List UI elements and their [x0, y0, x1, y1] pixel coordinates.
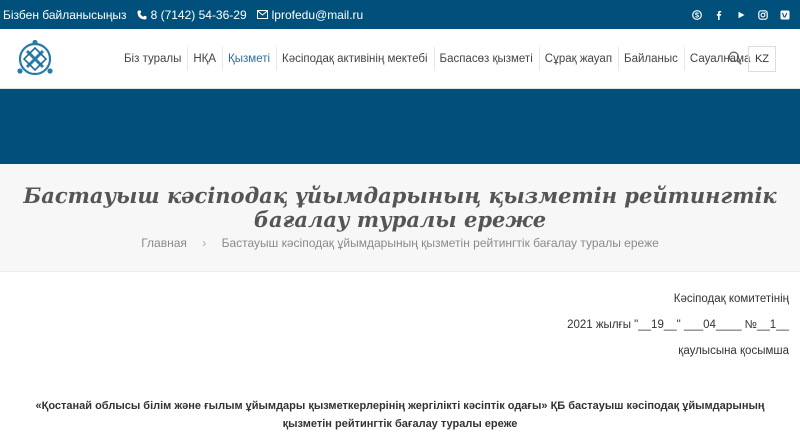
breadcrumb-current: Бастауыш кәсіподақ ұйымдарының қызметін … — [221, 236, 659, 250]
nav-item-regulations[interactable]: НҚА — [187, 29, 222, 89]
phone-number: 8 (7142) 54-36-29 — [150, 7, 247, 22]
breadcrumb-home-link[interactable]: Главная — [141, 236, 187, 250]
nav-item-faq[interactable]: Сұрақ жауап — [538, 29, 618, 89]
contact-label: Бізбен байланысыңыз — [3, 7, 127, 22]
header-banner — [0, 89, 800, 164]
page-title-section: Бастауыш кәсіподақ ұйымдарының қызметін … — [0, 164, 800, 272]
union-logo-icon[interactable] — [14, 38, 56, 80]
breadcrumb: Главная › Бастауыш кәсіподақ ұйымдарының… — [0, 236, 800, 250]
main-nav: Біз туралы НҚА Қызметі Кәсіподақ активін… — [118, 29, 756, 89]
vk-icon[interactable] — [780, 10, 790, 20]
email-address: lprofedu@mail.ru — [271, 7, 364, 22]
nav-item-activist-school[interactable]: Кәсіподақ активінің мектебі — [276, 29, 433, 89]
nav-item-survey[interactable]: Сауалнама — [683, 29, 756, 89]
site-header: Біз туралы НҚА Қызметі Кәсіподақ активін… — [0, 29, 800, 89]
instagram-icon[interactable] — [758, 9, 768, 20]
skype-icon[interactable] — [692, 9, 702, 20]
nav-item-contacts[interactable]: Байланыс — [618, 29, 684, 89]
youtube-icon[interactable] — [736, 10, 746, 20]
doc-annex-line-committee: Кәсіподақ комитетінің — [673, 293, 789, 305]
top-bar: Бізбен байланысыңыз 8 (7142) 54-36-29 lp… — [0, 0, 800, 29]
doc-annex-line-resolution: қаулысына қосымша — [678, 345, 789, 357]
contact-info: Бізбен байланысыңыз 8 (7142) 54-36-29 lp… — [3, 0, 363, 29]
email-link[interactable]: lprofedu@mail.ru — [256, 7, 364, 22]
phone-icon — [137, 10, 147, 19]
doc-annex-line-date: 2021 жылғы "__19__" ___04____ №__1__ — [567, 319, 789, 331]
envelope-icon — [256, 10, 268, 19]
nav-item-press-service[interactable]: Баспасөз қызметі — [433, 29, 539, 89]
nav-item-about[interactable]: Біз туралы — [118, 29, 187, 89]
phone-link[interactable]: 8 (7142) 54-36-29 — [137, 8, 247, 22]
search-icon[interactable] — [728, 51, 742, 65]
page-title: Бастауыш кәсіподақ ұйымдарының қызметін … — [23, 183, 777, 232]
document-heading: «Қостанай облысы білім және ғылым ұйымда… — [35, 400, 765, 430]
facebook-icon[interactable] — [714, 10, 724, 20]
social-links — [680, 0, 790, 29]
nav-item-activity[interactable]: Қызметі — [222, 29, 276, 89]
chevron-right-icon: › — [202, 236, 207, 250]
language-switcher[interactable]: KZ — [748, 46, 776, 72]
